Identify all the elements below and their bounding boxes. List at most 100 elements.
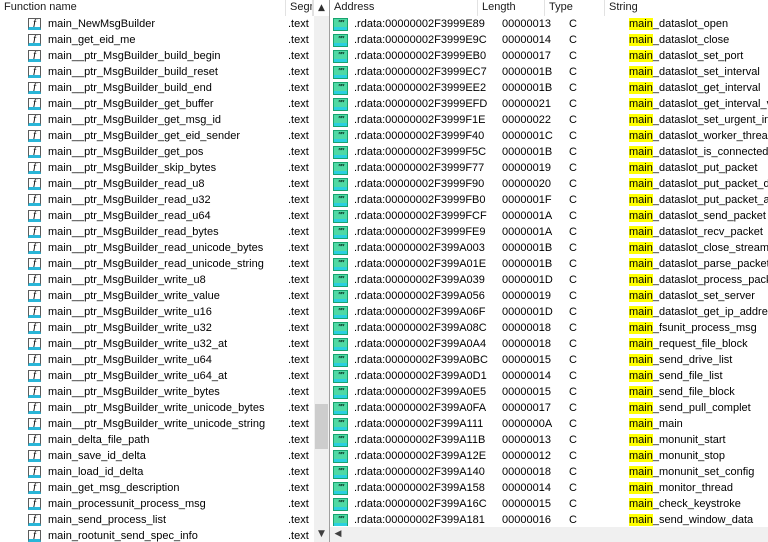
string-row[interactable]: "" .rdata:00000002F399A111 0000000A Cmain_m…: [330, 416, 768, 432]
strings-horizontal-scrollbar[interactable]: ◀: [330, 526, 768, 542]
string-row[interactable]: "" .rdata:00000002F3999F1E 00000022 Cmain_d…: [330, 112, 768, 128]
string-row[interactable]: "" .rdata:00000002F3999FE9 0000001A Cmain_d…: [330, 224, 768, 240]
function-row[interactable]: f main_get_eid_me .text: [0, 32, 313, 48]
string-value-tail: _request_file_block: [652, 338, 748, 350]
function-row[interactable]: f main__ptr_MsgBuilder_read_bytes .text: [0, 224, 313, 240]
chevron-left-icon[interactable]: ◀: [330, 527, 346, 542]
function-row[interactable]: f main__ptr_MsgBuilder_write_u64_at .text: [0, 368, 313, 384]
string-match-highlight: main: [629, 242, 653, 254]
function-row[interactable]: f main__ptr_MsgBuilder_write_unicode_stri…: [0, 416, 313, 432]
functions-list[interactable]: f main_NewMsgBuilder .text f main_get_eid_me…: [0, 16, 313, 542]
string-row[interactable]: "" .rdata:00000002F399A0D1 00000014 Cmain_s…: [330, 368, 768, 384]
string-row[interactable]: "" .rdata:00000002F399A11B 00000013 Cmain_m…: [330, 432, 768, 448]
functions-vertical-scrollbar[interactable]: ▼: [313, 16, 329, 542]
string-row[interactable]: "" .rdata:00000002F3999F5C 0000001B Cmain_d…: [330, 144, 768, 160]
string-row[interactable]: "" .rdata:00000002F399A158 00000014 Cmain_m…: [330, 480, 768, 496]
function-segment-cell: .text: [288, 370, 309, 382]
function-row[interactable]: f main__ptr_MsgBuilder_write_u32_at .text: [0, 336, 313, 352]
string-value-cell: main_fsunit_process_msg: [629, 320, 768, 336]
function-row[interactable]: f main_processunit_process_msg .text: [0, 496, 313, 512]
function-row[interactable]: f main_rootunit_send_spec_info .text: [0, 528, 313, 542]
function-row[interactable]: f main__ptr_MsgBuilder_write_value .text: [0, 288, 313, 304]
string-row[interactable]: "" .rdata:00000002F399A0A4 00000018 Cmain_r…: [330, 336, 768, 352]
function-row[interactable]: f main__ptr_MsgBuilder_get_buffer .text: [0, 96, 313, 112]
column-header-type[interactable]: Type: [545, 0, 605, 16]
function-icon: f: [28, 18, 41, 30]
string-icon: "": [333, 81, 348, 95]
string-row[interactable]: "" .rdata:00000002F3999F40 0000001C Cmain_d…: [330, 128, 768, 144]
function-row[interactable]: f main__ptr_MsgBuilder_write_u16 .text: [0, 304, 313, 320]
function-segment-cell: .text: [288, 498, 309, 510]
string-row[interactable]: "" .rdata:00000002F399A08C 00000018 Cmain_f…: [330, 320, 768, 336]
column-header-function-name[interactable]: Function name: [0, 0, 286, 16]
string-type-cell: C: [569, 418, 577, 430]
function-row[interactable]: f main_delta_file_path .text: [0, 432, 313, 448]
function-row[interactable]: f main__ptr_MsgBuilder_write_unicode_byte…: [0, 400, 313, 416]
string-row[interactable]: "" .rdata:00000002F399A06F 0000001D Cmain_d…: [330, 304, 768, 320]
string-row[interactable]: "" .rdata:00000002F3999FB0 0000001F Cmain_d…: [330, 192, 768, 208]
string-row[interactable]: "" .rdata:00000002F3999EFD 00000021 Cmain_d…: [330, 96, 768, 112]
string-row[interactable]: "" .rdata:00000002F399A0BC 00000015 Cmain_s…: [330, 352, 768, 368]
string-icon: "": [333, 113, 348, 127]
strings-hscroll-track[interactable]: [346, 527, 768, 542]
function-name-cell: main__ptr_MsgBuilder_read_u32: [48, 194, 211, 206]
string-row[interactable]: "" .rdata:00000002F399A056 00000019 Cmain_d…: [330, 288, 768, 304]
function-row[interactable]: f main__ptr_MsgBuilder_get_eid_sender .tex…: [0, 128, 313, 144]
strings-list[interactable]: "" .rdata:00000002F3999E89 00000013 Cmain_d…: [330, 16, 768, 526]
function-row[interactable]: f main__ptr_MsgBuilder_get_msg_id .text: [0, 112, 313, 128]
string-row[interactable]: "" .rdata:00000002F399A039 0000001D Cmain_d…: [330, 272, 768, 288]
function-row[interactable]: f main__ptr_MsgBuilder_read_u8 .text: [0, 176, 313, 192]
column-header-segment[interactable]: Segmer: [286, 0, 313, 16]
string-row[interactable]: "" .rdata:00000002F399A0FA 00000017 Cmain_s…: [330, 400, 768, 416]
function-row[interactable]: f main__ptr_MsgBuilder_build_reset .text: [0, 64, 313, 80]
function-row[interactable]: f main_load_id_delta .text: [0, 464, 313, 480]
string-value-cell: main_dataslot_close_stream: [629, 240, 768, 256]
string-row[interactable]: "" .rdata:00000002F3999FCF 0000001A Cmain_d…: [330, 208, 768, 224]
string-row[interactable]: "" .rdata:00000002F3999E9C 00000014 Cmain_d…: [330, 32, 768, 48]
functions-vscroll-track[interactable]: [314, 16, 329, 526]
function-row[interactable]: f main__ptr_MsgBuilder_write_u64 .text: [0, 352, 313, 368]
column-header-string[interactable]: String: [605, 0, 768, 16]
string-value-tail: _main: [652, 418, 683, 430]
function-row[interactable]: f main__ptr_MsgBuilder_read_unicode_bytes…: [0, 240, 313, 256]
chevron-down-icon[interactable]: ▼: [314, 526, 329, 542]
function-row[interactable]: f main_get_msg_description .text: [0, 480, 313, 496]
function-row[interactable]: f main__ptr_MsgBuilder_build_begin .text: [0, 48, 313, 64]
string-row[interactable]: "" .rdata:00000002F399A12E 00000012 Cmain_m…: [330, 448, 768, 464]
string-row[interactable]: "" .rdata:00000002F3999EB0 00000017 Cmain_d…: [330, 48, 768, 64]
function-row[interactable]: f main_save_id_delta .text: [0, 448, 313, 464]
string-value-cell: main_dataslot_process_packet: [629, 272, 768, 288]
function-row[interactable]: f main__ptr_MsgBuilder_read_u64 .text: [0, 208, 313, 224]
function-row[interactable]: f main__ptr_MsgBuilder_read_unicode_strin…: [0, 256, 313, 272]
string-value-tail: _dataslot_get_ip_address: [652, 306, 768, 318]
string-length-cell: 0000001B: [502, 242, 553, 254]
string-row[interactable]: "" .rdata:00000002F3999EC7 0000001B Cmain_d…: [330, 64, 768, 80]
column-header-address[interactable]: Address: [330, 0, 478, 16]
function-row[interactable]: f main_NewMsgBuilder .text: [0, 16, 313, 32]
string-address-cell: .rdata:00000002F3999F1E: [354, 114, 486, 126]
function-row[interactable]: f main__ptr_MsgBuilder_write_u32 .text: [0, 320, 313, 336]
string-length-cell: 0000001A: [502, 210, 553, 222]
function-row[interactable]: f main__ptr_MsgBuilder_skip_bytes .text: [0, 160, 313, 176]
string-row[interactable]: "" .rdata:00000002F399A0E5 00000015 Cmain_s…: [330, 384, 768, 400]
function-row[interactable]: f main__ptr_MsgBuilder_build_end .text: [0, 80, 313, 96]
string-row[interactable]: "" .rdata:00000002F3999EE2 0000001B Cmain_d…: [330, 80, 768, 96]
string-row[interactable]: "" .rdata:00000002F399A16C 00000015 Cmain_c…: [330, 496, 768, 512]
function-row[interactable]: f main__ptr_MsgBuilder_get_pos .text: [0, 144, 313, 160]
function-row[interactable]: f main__ptr_MsgBuilder_write_bytes .text: [0, 384, 313, 400]
string-icon: "": [333, 161, 348, 175]
function-row[interactable]: f main__ptr_MsgBuilder_write_u8 .text: [0, 272, 313, 288]
function-row[interactable]: f main_send_process_list .text: [0, 512, 313, 528]
chevron-up-icon[interactable]: ▲: [313, 0, 329, 16]
string-row[interactable]: "" .rdata:00000002F399A181 00000016 Cmain_s…: [330, 512, 768, 526]
string-row[interactable]: "" .rdata:00000002F399A01E 0000001B Cmain_d…: [330, 256, 768, 272]
column-header-length[interactable]: Length: [478, 0, 545, 16]
string-row[interactable]: "" .rdata:00000002F3999F77 00000019 Cmain_d…: [330, 160, 768, 176]
string-row[interactable]: "" .rdata:00000002F3999E89 00000013 Cmain_d…: [330, 16, 768, 32]
string-row[interactable]: "" .rdata:00000002F3999F90 00000020 Cmain_d…: [330, 176, 768, 192]
string-row[interactable]: "" .rdata:00000002F399A003 0000001B Cmain_d…: [330, 240, 768, 256]
function-row[interactable]: f main__ptr_MsgBuilder_read_u32 .text: [0, 192, 313, 208]
functions-vscroll-thumb[interactable]: [315, 403, 328, 450]
string-match-highlight: main: [629, 210, 653, 222]
string-row[interactable]: "" .rdata:00000002F399A140 00000018 Cmain_m…: [330, 464, 768, 480]
